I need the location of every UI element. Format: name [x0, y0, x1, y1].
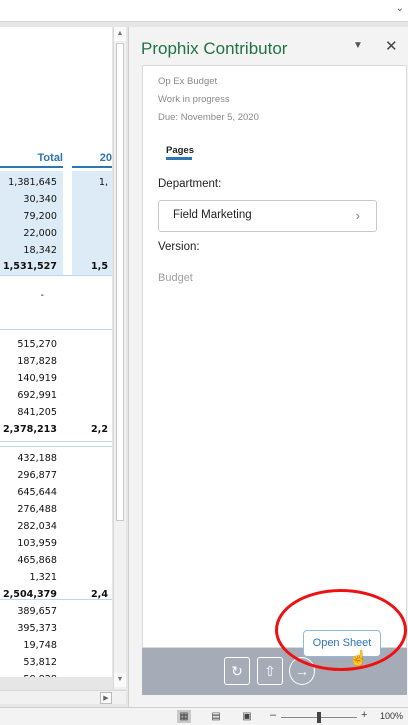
version-value: Budget: [158, 272, 193, 284]
table-cell[interactable]: 30,340: [0, 194, 57, 205]
close-icon[interactable]: ✕: [385, 37, 398, 55]
subtotal-cell[interactable]: 2,504,379: [0, 589, 57, 600]
row-divider: [0, 275, 112, 276]
tab-active-indicator: [166, 157, 192, 160]
workflow-card: Op Ex Budget Work in progress Due: Novem…: [142, 65, 407, 648]
vertical-scrollbar[interactable]: ▲ ▼: [113, 27, 126, 689]
subtotal-cell[interactable]: 2,378,213: [0, 424, 57, 435]
tab-pages[interactable]: Pages: [166, 145, 194, 156]
table-cell[interactable]: 465,868: [0, 555, 57, 566]
table-cell[interactable]: 515,270: [0, 339, 57, 350]
subtotal-cell[interactable]: 1,531,527: [0, 261, 57, 272]
table-cell[interactable]: 103,959: [0, 538, 57, 549]
table-cell[interactable]: 296,877: [0, 470, 57, 481]
table-cell[interactable]: 2,2: [72, 424, 108, 435]
pane-title: Prophix Contributor: [141, 39, 288, 58]
table-cell[interactable]: 1,381,645: [0, 177, 57, 188]
table-cell[interactable]: 2,4: [72, 589, 108, 600]
zoom-level[interactable]: 100%: [380, 711, 403, 721]
spreadsheet-grid[interactable]: Total 20 1,381,645 1, 30,340 79,200 22,000 18…: [0, 27, 112, 677]
table-cell[interactable]: 282,034: [0, 521, 57, 532]
prophix-task-pane: Prophix Contributor ▼ ✕ Op Ex Budget Wor…: [128, 27, 408, 707]
excel-window: ⌄ Total 20 1,381,645 1, 30,340 79,200 22,000…: [0, 0, 408, 725]
budget-name: Op Ex Budget: [158, 76, 218, 87]
table-cell[interactable]: 841,205: [0, 407, 57, 418]
scroll-down-icon[interactable]: ▼: [114, 673, 126, 687]
table-cell[interactable]: 645,644: [0, 487, 57, 498]
table-cell[interactable]: 395,373: [0, 623, 57, 634]
zoom-out-icon[interactable]: –: [270, 709, 276, 721]
scroll-thumb[interactable]: [116, 43, 124, 521]
page-layout-icon[interactable]: ▤: [209, 710, 223, 723]
department-selector[interactable]: Field Marketing ›: [158, 200, 377, 232]
table-cell[interactable]: 53,812: [0, 657, 57, 668]
year-header-underline: [72, 166, 112, 168]
department-value: Field Marketing: [173, 209, 252, 221]
refresh-icon[interactable]: ↻: [224, 657, 250, 685]
normal-view-icon[interactable]: ▦: [177, 710, 191, 723]
table-cell[interactable]: 140,919: [0, 373, 57, 384]
row-divider: [0, 441, 112, 442]
table-cell[interactable]: 187,828: [0, 356, 57, 367]
formula-bar[interactable]: ⌄: [0, 0, 408, 22]
highlight-annotation: [275, 589, 407, 671]
page-break-icon[interactable]: ▣: [240, 710, 254, 723]
table-cell[interactable]: 1,5: [72, 261, 108, 272]
table-cell[interactable]: 22,000: [0, 228, 57, 239]
upload-icon[interactable]: ⇧: [257, 657, 283, 685]
table-cell[interactable]: 1,: [72, 177, 108, 188]
empty-cell-dash: -: [40, 290, 44, 301]
zoom-slider-thumb[interactable]: [317, 712, 321, 723]
due-date: Due: November 5, 2020: [158, 112, 259, 123]
total-column-header: Total: [37, 152, 63, 164]
table-cell[interactable]: 276,488: [0, 504, 57, 515]
row-divider: [0, 329, 112, 330]
version-label: Version:: [158, 241, 200, 253]
table-cell[interactable]: 19,748: [0, 640, 57, 651]
table-cell[interactable]: 389,657: [0, 606, 57, 617]
chevron-right-icon: ›: [355, 208, 360, 223]
table-cell[interactable]: 692,991: [0, 390, 57, 401]
workflow-status: Work in progress: [158, 94, 230, 105]
chevron-down-icon[interactable]: ▼: [353, 40, 363, 51]
year-column-header: 20: [99, 152, 112, 164]
status-bar: ▦ ▤ ▣ – + 100%: [0, 707, 408, 725]
table-cell[interactable]: 58,828: [0, 674, 57, 677]
table-cell[interactable]: 432,188: [0, 453, 57, 464]
formula-bar-expand-icon[interactable]: ⌄: [396, 3, 404, 14]
zoom-in-icon[interactable]: +: [361, 709, 367, 721]
scroll-right-icon[interactable]: ▶: [100, 692, 112, 704]
hand-cursor-icon: ☝: [349, 650, 368, 667]
table-cell[interactable]: 18,342: [0, 245, 57, 256]
horizontal-scrollbar[interactable]: ▶: [0, 690, 126, 704]
scroll-up-icon[interactable]: ▲: [114, 27, 126, 41]
total-header-underline: [0, 166, 63, 168]
row-divider: [0, 446, 112, 447]
table-cell[interactable]: 79,200: [0, 211, 57, 222]
table-cell[interactable]: 1,321: [0, 572, 57, 583]
department-label: Department:: [158, 178, 222, 190]
